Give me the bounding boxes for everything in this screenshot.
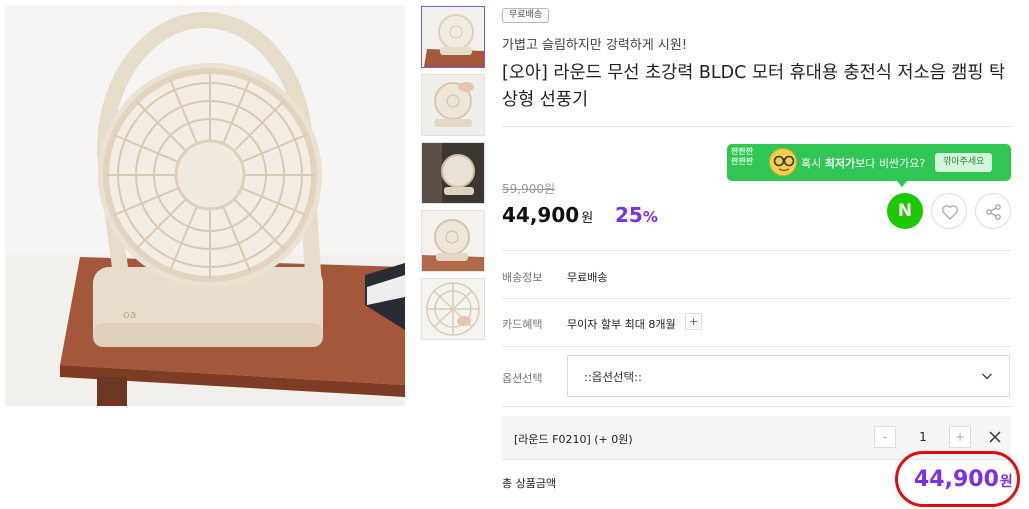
close-icon[interactable] xyxy=(987,429,1003,445)
thumbnail-4-image xyxy=(422,211,484,271)
banner-logo: 짠짠짠 짠짠짠 xyxy=(731,147,765,178)
share-icon xyxy=(986,204,1001,220)
like-button[interactable] xyxy=(931,193,967,229)
banner-text-bold: 최저가 xyxy=(824,157,856,170)
divider xyxy=(502,298,1011,299)
product-subtitle: 가볍고 슬림하지만 강력하게 시원! xyxy=(502,38,688,53)
thumbnail-5[interactable] xyxy=(421,278,485,340)
free-shipping-badge: 무료배송 xyxy=(502,8,550,23)
heart-icon xyxy=(942,205,958,220)
option-select[interactable]: ::옵션선택:: xyxy=(567,355,1010,397)
banner-logo-text-2: 짠짠짠 xyxy=(731,157,754,166)
quantity-increase-button[interactable]: + xyxy=(949,426,971,448)
total-price-label: 총 상품금액 xyxy=(502,477,557,490)
divider xyxy=(502,406,1011,407)
thumbnail-4[interactable] xyxy=(421,210,485,272)
banner-text-prefix: 혹시 xyxy=(801,157,825,170)
banner-logo-text-1: 짠짠짠 xyxy=(731,147,754,156)
quantity-value[interactable]: 1 xyxy=(902,430,944,444)
nerd-face-icon xyxy=(769,148,797,176)
request-discount-button[interactable]: 깎아주세요 xyxy=(935,153,993,172)
banner-text: 혹시 최저가보다 비싼가요? xyxy=(801,155,925,171)
thumbnail-1[interactable] xyxy=(421,6,485,68)
option-select-value: ::옵션선택:: xyxy=(584,370,642,384)
discount-value: 25 xyxy=(615,203,643,227)
shipping-value: 무료배송 xyxy=(567,271,608,284)
card-benefit-value: 무이자 할부 최대 8개월 xyxy=(567,318,676,331)
card-benefit-label: 카드혜택 xyxy=(502,318,543,331)
quantity-decrease-button[interactable]: - xyxy=(874,426,896,448)
thumbnail-5-image xyxy=(422,279,484,339)
fan-illustration: oa xyxy=(5,5,405,406)
current-price-currency: 원 xyxy=(581,211,594,226)
selected-option-name: [라운드 F0210] (+ 0원) xyxy=(514,433,633,446)
total-price-highlight-circle xyxy=(895,451,1020,507)
card-benefit-more-button[interactable]: + xyxy=(685,313,702,330)
naver-button[interactable]: N xyxy=(887,193,923,229)
thumbnail-3[interactable] xyxy=(421,142,485,204)
option-label: 옵션선택 xyxy=(502,372,543,385)
thumbnail-1-image xyxy=(422,7,484,67)
share-button[interactable] xyxy=(975,193,1011,229)
thumbnail-2[interactable] xyxy=(421,74,485,136)
discount-unit: % xyxy=(642,208,658,226)
svg-text:oa: oa xyxy=(123,308,136,321)
original-price: 59,900원 xyxy=(502,182,556,196)
shipping-label: 배송정보 xyxy=(502,271,543,284)
chevron-down-icon xyxy=(982,373,992,380)
divider xyxy=(502,126,1011,127)
divider xyxy=(502,346,1011,347)
lowest-price-banner: 짠짠짠 짠짠짠 혹시 최저가보다 비싼가요? 깎아주세요 xyxy=(727,144,1011,181)
discount-rate: 25% xyxy=(615,203,658,227)
thumbnail-3-image xyxy=(422,143,484,203)
main-product-image[interactable]: oa xyxy=(5,5,405,406)
product-title: [오아] 라운드 무선 초강력 BLDC 모터 휴대용 충전식 저소음 캠핑 탁… xyxy=(502,63,1006,110)
current-price-value: 44,900 xyxy=(502,203,580,227)
banner-text-suffix: 보다 비싼가요? xyxy=(855,157,926,170)
thumbnail-2-image xyxy=(422,75,484,135)
current-price: 44,900 원 xyxy=(502,203,593,227)
divider xyxy=(502,250,1011,251)
nerd-face-svg xyxy=(773,155,795,172)
banner-pointer xyxy=(897,181,907,187)
